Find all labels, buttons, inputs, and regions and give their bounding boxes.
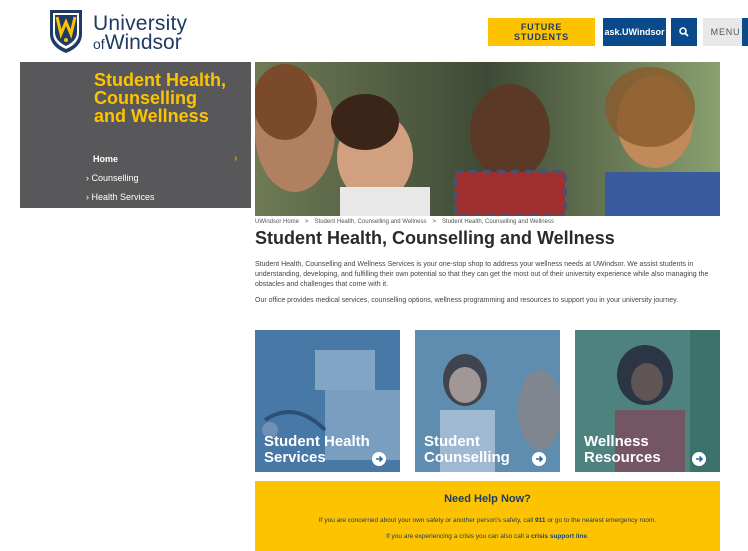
student-health-services-card[interactable]: Student Health Services [255, 330, 400, 472]
help-title: Need Help Now? [444, 493, 531, 505]
breadcrumb: UWindsor Home > Student Health, Counsellin… [255, 219, 554, 225]
sidebar-item-label: Wellness [91, 210, 128, 220]
breadcrumb-separator: > [305, 219, 309, 225]
student-counselling-card[interactable]: Student Counselling [415, 330, 560, 472]
hero-image [255, 62, 720, 216]
section-title-line: and Wellness [94, 106, 209, 126]
need-help-now-box: Need Help Now? If you are concerned abou… [255, 481, 720, 551]
breadcrumb-link[interactable]: UWindsor Home [255, 219, 299, 225]
menu-edge-accent [742, 18, 748, 46]
logo-of-text: of [93, 36, 105, 52]
search-button[interactable] [671, 18, 697, 46]
sidebar-item-wellness[interactable]: › Wellness [86, 210, 128, 220]
help-emergency-text: If you are concerned about your own safe… [255, 517, 720, 524]
card-title-line: Resources [584, 449, 661, 466]
crisis-support-line-link[interactable]: crisis support line [531, 533, 587, 540]
university-shield-logo[interactable] [48, 8, 84, 54]
card-title-line: Student [424, 433, 480, 450]
arrow-right-icon [372, 452, 386, 466]
intro-paragraph: Student Health, Counselling and Wellness… [255, 261, 709, 288]
card-title-line: Student Health [264, 433, 370, 450]
help-text: If you are experiencing a crisis you can… [386, 533, 532, 540]
sidebar-item-counselling[interactable]: › Counselling [86, 173, 139, 183]
chevron-right-icon: › [234, 153, 238, 164]
arrow-right-icon [532, 452, 546, 466]
help-crisis-text: If you are experiencing a crisis you can… [255, 533, 720, 540]
card-title: Student Counselling [424, 434, 510, 466]
sidebar-item-home[interactable]: Home [93, 154, 118, 164]
card-title-line: Counselling [424, 449, 510, 466]
section-title-line: Counselling [94, 88, 197, 108]
sidebar-item-label: Health Services [91, 192, 155, 202]
breadcrumb-current: Student Health, Counselling and Wellness [442, 219, 554, 225]
services-paragraph: Our office provides medical services, co… [255, 297, 679, 304]
sidebar-item-health-services[interactable]: › Health Services [86, 192, 155, 202]
search-icon [679, 27, 689, 37]
future-students-button[interactable]: FUTURE STUDENTS [488, 18, 595, 46]
help-text: or go to the nearest emergency room. [545, 517, 657, 524]
logo-windsor-text[interactable]: ofWindsor [93, 32, 182, 55]
logo-windsor-word: Windsor [104, 31, 182, 54]
card-title: Student Health Services [264, 434, 370, 466]
help-text: If you are concerned about your own safe… [318, 517, 536, 524]
section-title[interactable]: Student Health, Counselling and Wellness [94, 71, 250, 125]
wellness-resources-card[interactable]: Wellness Resources [575, 330, 720, 472]
card-title: Wellness Resources [584, 434, 661, 466]
section-title-line: Student Health, [94, 70, 227, 90]
card-title-line: Wellness [584, 433, 649, 450]
page-title: Student Health, Counselling and Wellness [255, 228, 615, 248]
breadcrumb-link[interactable]: Student Health, Counselling and Wellness [315, 219, 427, 225]
emergency-number: 911 [535, 517, 546, 524]
arrow-right-icon [692, 452, 706, 466]
card-title-line: Services [264, 449, 326, 466]
sidebar-item-label: Counselling [91, 173, 139, 183]
help-text: . [587, 533, 589, 540]
ask-uwindsor-button[interactable]: ask.UWindsor [603, 18, 666, 46]
breadcrumb-separator: > [432, 219, 437, 225]
